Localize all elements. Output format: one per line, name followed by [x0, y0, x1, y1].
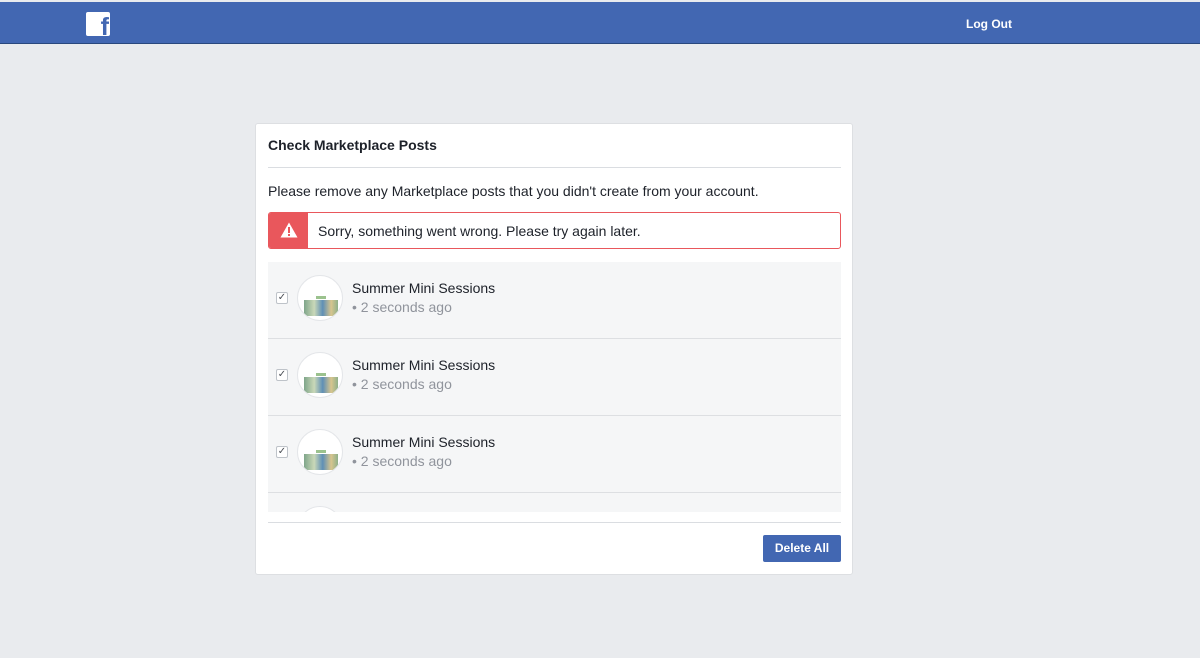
thumbnail-script-text [304, 436, 338, 448]
list-item: ✓ Summer Mini Sessions • 2 seconds ago [268, 416, 841, 493]
dialog-description: Please remove any Marketplace posts that… [268, 183, 759, 199]
title-divider [268, 167, 841, 168]
post-checkbox[interactable]: ✓ [276, 369, 288, 381]
top-navigation-bar: f Log Out [0, 2, 1200, 44]
post-title[interactable]: Summer Mini Sessions [352, 280, 495, 296]
error-message: Sorry, something went wrong. Please try … [318, 223, 641, 239]
delete-all-button[interactable]: Delete All [763, 535, 841, 562]
post-thumbnail [297, 275, 343, 321]
post-thumbnail [297, 429, 343, 475]
posts-list[interactable]: ✓ Summer Mini Sessions • 2 seconds ago ✓… [268, 262, 841, 512]
list-item-partial [268, 493, 841, 512]
thumbnail-photo [304, 454, 338, 470]
thumbnail-script-text [304, 282, 338, 294]
thumbnail-accent [316, 296, 326, 299]
facebook-logo-icon[interactable]: f [86, 12, 110, 36]
post-thumbnail [297, 352, 343, 398]
list-item: ✓ Summer Mini Sessions • 2 seconds ago [268, 339, 841, 416]
warning-icon [280, 222, 298, 238]
post-checkbox[interactable]: ✓ [276, 446, 288, 458]
list-item: ✓ Summer Mini Sessions • 2 seconds ago [268, 262, 841, 339]
dialog-title: Check Marketplace Posts [268, 137, 437, 153]
post-thumbnail [297, 506, 343, 512]
post-time: • 2 seconds ago [352, 299, 452, 315]
thumbnail-accent [316, 450, 326, 453]
footer-divider [268, 522, 841, 523]
post-time: • 2 seconds ago [352, 453, 452, 469]
check-marketplace-dialog: Check Marketplace Posts Please remove an… [255, 123, 853, 575]
thumbnail-script-text [304, 359, 338, 371]
error-icon-container [269, 213, 308, 248]
post-title[interactable]: Summer Mini Sessions [352, 434, 495, 450]
post-title[interactable]: Summer Mini Sessions [352, 357, 495, 373]
thumbnail-photo [304, 377, 338, 393]
error-banner: Sorry, something went wrong. Please try … [268, 212, 841, 249]
post-checkbox[interactable]: ✓ [276, 292, 288, 304]
facebook-logo-letter: f [100, 13, 109, 37]
thumbnail-photo [304, 300, 338, 316]
thumbnail-accent [316, 373, 326, 376]
post-time: • 2 seconds ago [352, 376, 452, 392]
log-out-link[interactable]: Log Out [966, 17, 1012, 31]
